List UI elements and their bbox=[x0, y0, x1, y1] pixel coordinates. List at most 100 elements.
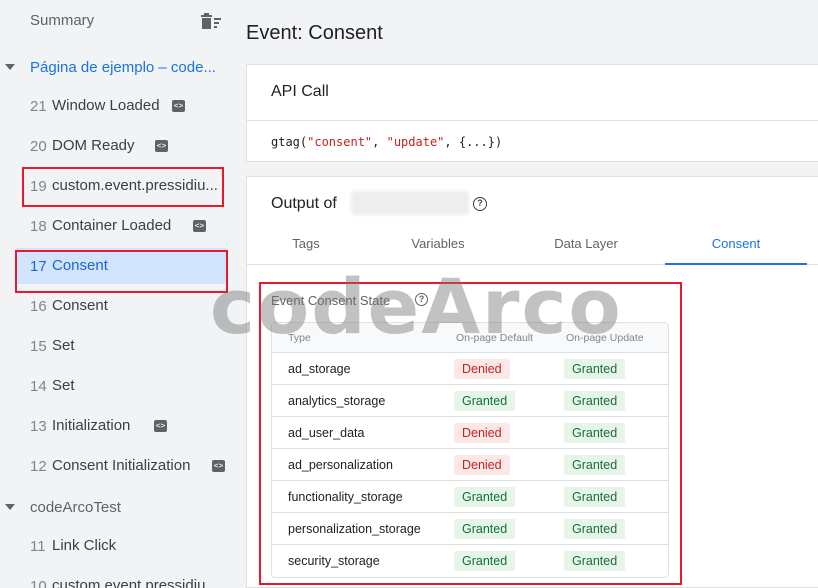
sidebar-event-item[interactable]: 11 Link Click bbox=[16, 528, 226, 564]
tab-consent[interactable]: Consent bbox=[665, 227, 807, 265]
event-number: 21 bbox=[30, 98, 47, 115]
sidebar-event-item[interactable]: 19 custom.event.pressidiu... bbox=[16, 168, 226, 204]
consent-help-icon[interactable]: ? bbox=[415, 293, 428, 306]
sidebar-header: Summary bbox=[0, 0, 232, 40]
col-default: On-page Default bbox=[456, 332, 534, 344]
redacted-container-name bbox=[351, 191, 469, 215]
col-update: On-page Update bbox=[566, 332, 644, 344]
default-status-badge: Denied bbox=[454, 359, 510, 379]
event-label: Consent bbox=[52, 297, 108, 314]
event-label: custom.event.pressidiu... bbox=[52, 577, 218, 588]
event-label: Consent bbox=[52, 257, 108, 274]
chevron-down-icon[interactable] bbox=[5, 64, 15, 70]
delete-all-icon[interactable] bbox=[200, 12, 222, 30]
consent-type: ad_personalization bbox=[288, 458, 393, 472]
api-call-heading: API Call bbox=[271, 83, 329, 100]
code-icon: <> bbox=[172, 100, 185, 112]
event-number: 13 bbox=[30, 418, 47, 435]
update-status-badge: Granted bbox=[564, 551, 626, 571]
table-row: security_storage Granted Granted bbox=[272, 545, 668, 577]
event-number: 14 bbox=[30, 378, 47, 395]
code-icon: <> bbox=[154, 420, 167, 432]
sidebar-event-item[interactable]: 16 Consent bbox=[16, 288, 226, 324]
event-label: DOM Ready bbox=[52, 137, 135, 154]
consent-type: ad_storage bbox=[288, 362, 351, 376]
consent-table: Type On-page Default On-page Update ad_s… bbox=[271, 322, 669, 578]
consent-type: security_storage bbox=[288, 554, 380, 568]
event-number: 18 bbox=[30, 218, 47, 235]
sidebar-event-item[interactable]: 12 Consent Initialization <> bbox=[16, 448, 226, 484]
event-label: Window Loaded bbox=[52, 97, 160, 114]
tab-data-layer[interactable]: Data Layer bbox=[511, 227, 661, 265]
sidebar-event-item[interactable]: 13 Initialization <> bbox=[16, 408, 226, 444]
output-card: Output of ? Tags Variables Data Layer Co… bbox=[246, 176, 818, 588]
code-icon: <> bbox=[193, 220, 206, 232]
event-number: 12 bbox=[30, 458, 47, 475]
tab-variables[interactable]: Variables bbox=[365, 227, 511, 265]
update-status-badge: Granted bbox=[564, 423, 626, 443]
summary-label[interactable]: Summary bbox=[30, 12, 94, 29]
event-number: 19 bbox=[30, 178, 47, 195]
table-row: ad_personalization Denied Granted bbox=[272, 449, 668, 481]
event-label: Set bbox=[52, 377, 75, 394]
table-row: analytics_storage Granted Granted bbox=[272, 385, 668, 417]
code-sep: , bbox=[372, 135, 387, 149]
event-label: Initialization bbox=[52, 417, 131, 434]
event-number: 20 bbox=[30, 138, 47, 155]
default-status-badge: Denied bbox=[454, 455, 510, 475]
table-header: Type On-page Default On-page Update bbox=[272, 323, 668, 353]
event-label: Container Loaded bbox=[52, 217, 172, 234]
update-status-badge: Granted bbox=[564, 519, 626, 539]
page-title: Event: Consent bbox=[246, 22, 383, 44]
default-status-badge: Granted bbox=[454, 391, 516, 411]
sidebar-event-item[interactable]: 15 Set bbox=[16, 328, 226, 364]
event-number: 10 bbox=[30, 578, 47, 588]
sidebar-group-label: Página de ejemplo – code... bbox=[30, 59, 216, 76]
code-arg-consent: "consent" bbox=[307, 135, 373, 149]
sidebar-event-item[interactable]: 21 Window Loaded <> bbox=[16, 88, 226, 124]
consent-type: functionality_storage bbox=[288, 490, 403, 504]
sidebar-group[interactable]: Página de ejemplo – code... bbox=[0, 51, 232, 85]
event-number: 11 bbox=[30, 538, 46, 555]
event-label: Set bbox=[52, 337, 75, 354]
table-row: functionality_storage Granted Granted bbox=[272, 481, 668, 513]
help-icon[interactable]: ? bbox=[473, 197, 487, 211]
default-status-badge: Granted bbox=[454, 551, 516, 571]
event-number: 17 bbox=[30, 258, 47, 275]
sidebar-event-item[interactable]: 10 custom.event.pressidiu... bbox=[16, 568, 226, 588]
sidebar-group[interactable]: codeArcoTest bbox=[0, 491, 232, 525]
sidebar: Summary Página de ejemplo – code... 21 Win… bbox=[0, 0, 232, 588]
code-prefix: gtag( bbox=[271, 135, 308, 149]
code-suffix: , {...}) bbox=[444, 135, 503, 149]
default-status-badge: Granted bbox=[454, 487, 516, 507]
event-label: custom.event.pressidiu... bbox=[52, 177, 218, 194]
consent-type: personalization_storage bbox=[288, 522, 421, 536]
update-status-badge: Granted bbox=[564, 391, 626, 411]
chevron-down-icon[interactable] bbox=[5, 504, 15, 510]
event-label: Consent Initialization bbox=[52, 457, 191, 474]
output-tabs: Tags Variables Data Layer Consent bbox=[247, 227, 818, 265]
sidebar-event-item[interactable]: 14 Set bbox=[16, 368, 226, 404]
update-status-badge: Granted bbox=[564, 455, 626, 475]
consent-type: analytics_storage bbox=[288, 394, 386, 408]
event-number: 16 bbox=[30, 298, 47, 315]
sidebar-event-item[interactable]: 18 Container Loaded <> bbox=[16, 208, 226, 244]
update-status-badge: Granted bbox=[564, 359, 626, 379]
default-status-badge: Granted bbox=[454, 519, 516, 539]
update-status-badge: Granted bbox=[564, 487, 626, 507]
col-type: Type bbox=[288, 332, 311, 344]
code-icon: <> bbox=[212, 460, 225, 472]
tab-tags[interactable]: Tags bbox=[247, 227, 365, 265]
code-arg-update: "update" bbox=[386, 135, 445, 149]
default-status-badge: Denied bbox=[454, 423, 510, 443]
sidebar-event-item[interactable]: 17 Consent bbox=[16, 248, 226, 284]
divider bbox=[247, 120, 818, 121]
api-call-code: gtag("consent", "update", {...}) bbox=[271, 135, 502, 149]
event-number: 15 bbox=[30, 338, 47, 355]
event-label: Link Click bbox=[52, 537, 117, 554]
table-row: ad_user_data Denied Granted bbox=[272, 417, 668, 449]
consent-type: ad_user_data bbox=[288, 426, 365, 440]
table-row: personalization_storage Granted Granted bbox=[272, 513, 668, 545]
sidebar-event-item[interactable]: 20 DOM Ready <> bbox=[16, 128, 226, 164]
code-icon: <> bbox=[155, 140, 168, 152]
